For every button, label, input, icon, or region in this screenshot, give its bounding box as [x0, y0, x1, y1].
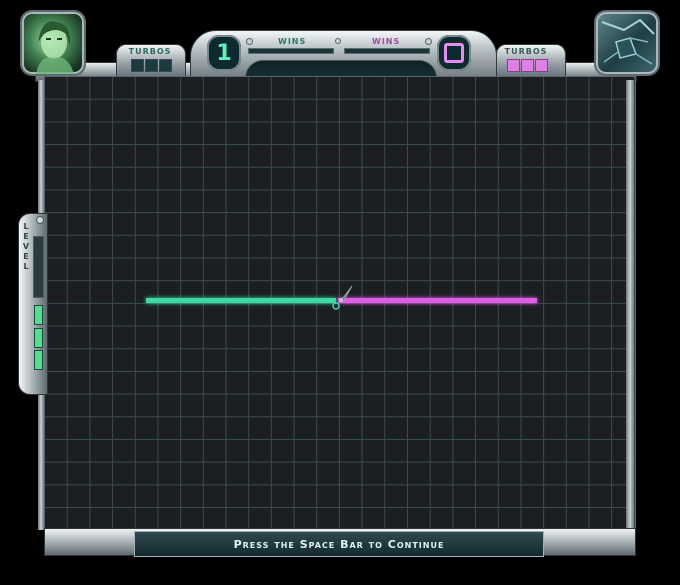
player2-light-trail	[338, 298, 537, 303]
p1-wins-bar	[248, 48, 334, 54]
level-panel-rivet	[36, 216, 44, 224]
p2-wins-bar	[344, 48, 430, 54]
p2-wins-label: WINS	[372, 37, 401, 46]
p1-turbo-slot	[159, 59, 172, 72]
p1-turbos-label: TURBOS	[128, 47, 172, 56]
wins-divider-dot	[335, 38, 341, 44]
p2-turbo-slot-filled	[535, 59, 548, 72]
level-segment-filled	[34, 350, 43, 370]
p1-turbo-slot	[131, 59, 144, 72]
p1-turbo-slot	[145, 59, 158, 72]
level-segment-filled	[34, 328, 43, 348]
p1-score: 1	[207, 35, 241, 71]
level-track	[33, 236, 44, 298]
player1-light-trail	[146, 298, 336, 303]
player1-face-icon	[36, 21, 74, 74]
p1-wins-label: WINS	[278, 37, 307, 46]
arena-right-rail	[626, 80, 634, 530]
player2-machine-icon	[601, 18, 655, 65]
p2-score: 0	[437, 35, 471, 71]
p2-score-digit: 0	[444, 43, 464, 63]
player2-portrait-avatar	[594, 10, 660, 76]
continue-prompt[interactable]: Press the Space Bar to Continue	[134, 531, 544, 557]
player1-portrait-avatar	[20, 10, 86, 76]
p2-turbo-slot-filled	[521, 59, 534, 72]
level-segment-filled	[34, 305, 43, 325]
level-label: L E V E L	[22, 222, 30, 271]
p2-wins-indicator	[425, 38, 432, 45]
p2-turbo-slot-filled	[507, 59, 520, 72]
p2-turbos-label: TURBOS	[504, 47, 548, 56]
p1-wins-indicator	[246, 38, 253, 45]
crash-point-icon	[332, 285, 353, 310]
